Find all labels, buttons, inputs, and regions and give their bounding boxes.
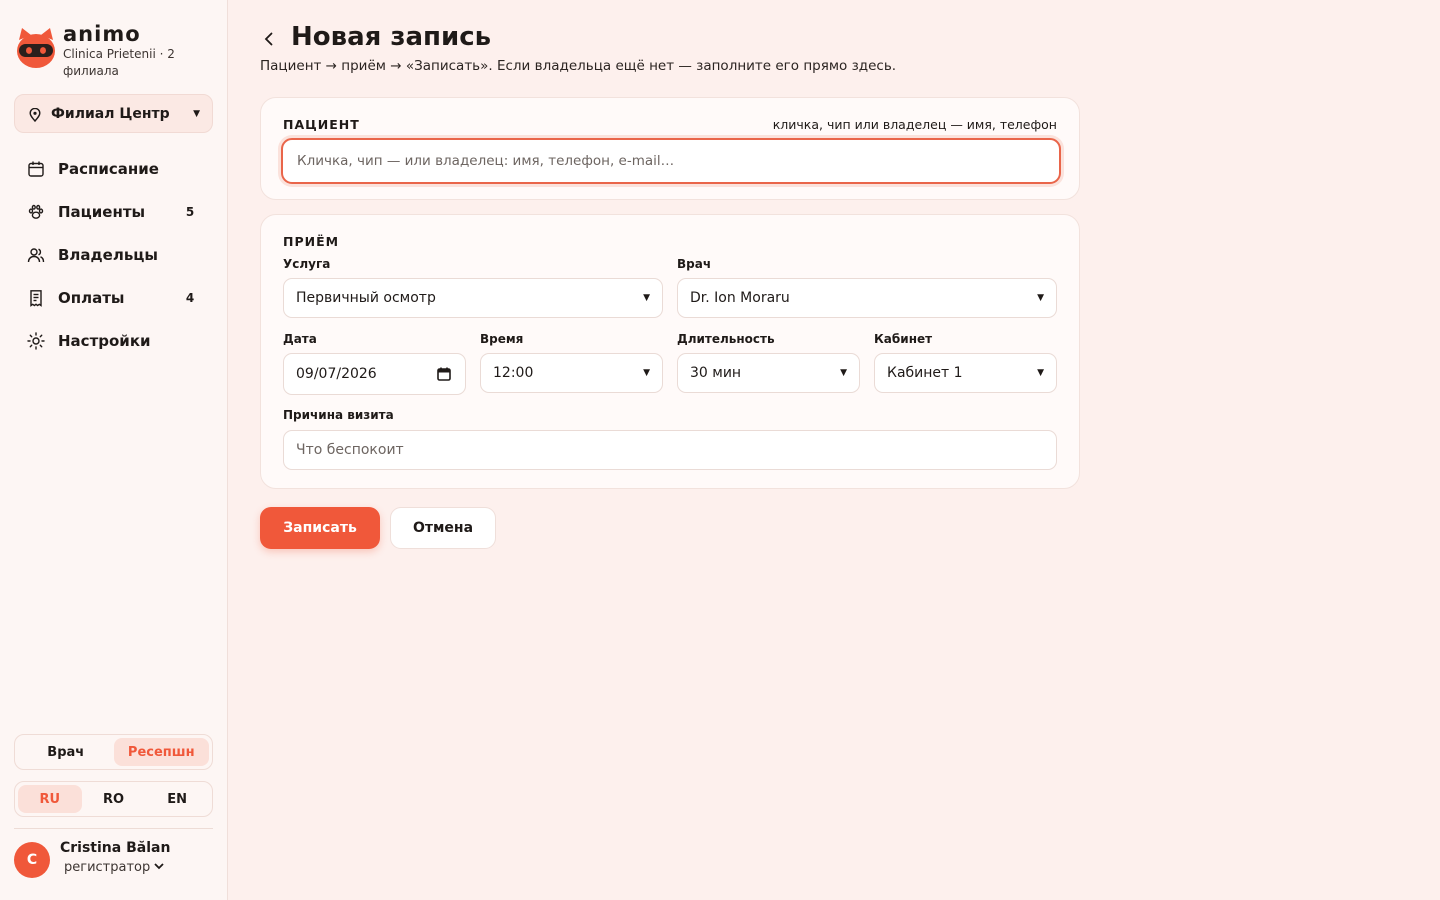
language-switch: RU RO EN xyxy=(14,781,213,817)
service-label: Услуга xyxy=(283,257,331,271)
sidebar: animo Clinica Prietenii · 2 филиала Фили… xyxy=(0,0,228,900)
brand-name: animo xyxy=(63,22,141,46)
sidebar-item-schedule[interactable]: Расписание xyxy=(14,147,213,190)
duration-select[interactable]: 30 мин ▼ xyxy=(677,353,860,393)
time-select[interactable]: 12:00 ▼ xyxy=(480,353,663,393)
lang-option-ro[interactable]: RO xyxy=(82,785,146,813)
patient-search-input[interactable] xyxy=(281,138,1061,184)
sidebar-item-label: Владельцы xyxy=(58,245,158,264)
count-badge: 5 xyxy=(185,204,195,219)
caret-down-icon: ▼ xyxy=(840,368,847,378)
paw-icon xyxy=(27,203,45,221)
sidebar-item-label: Оплаты xyxy=(58,288,125,307)
count-badge: 4 xyxy=(185,290,195,305)
time-label: Время xyxy=(480,332,524,346)
doctor-value: Dr. Ion Moraru xyxy=(690,290,790,306)
sidebar-item-label: Расписание xyxy=(58,159,159,178)
user-role: регистратор xyxy=(64,857,170,879)
service-value: Первичный осмотр xyxy=(296,290,436,306)
branch-label: Филиал Центр xyxy=(51,105,170,122)
section-title-patient: ПАЦИЕНТ xyxy=(283,117,360,132)
user-name: Cristina Bălan xyxy=(60,840,171,856)
calendar-icon xyxy=(27,160,45,178)
brand[interactable]: animo Clinica Prietenii · 2 филиала xyxy=(16,22,193,80)
time-value: 12:00 xyxy=(493,365,534,381)
sidebar-item-payments[interactable]: Оплаты 4 xyxy=(14,276,213,319)
page-subtitle: Пациент → приём → «Записать». Если владе… xyxy=(260,58,897,74)
role-switch: Врач Ресепшн xyxy=(14,734,213,770)
caret-down-icon: ▼ xyxy=(1037,293,1044,303)
date-value: 09/07/2026 xyxy=(296,366,377,382)
users-icon xyxy=(27,246,45,264)
back-arrow-icon[interactable] xyxy=(260,30,278,48)
calendar-icon[interactable] xyxy=(437,367,451,381)
user-menu[interactable]: C Cristina Bălan регистратор xyxy=(14,840,170,879)
sidebar-item-owners[interactable]: Владельцы xyxy=(14,233,213,276)
brand-subtitle: Clinica Prietenii · 2 филиала xyxy=(63,47,175,78)
room-value: Кабинет 1 xyxy=(887,365,963,381)
sidebar-divider xyxy=(14,828,213,829)
role-option-doctor[interactable]: Врач xyxy=(18,738,114,766)
sidebar-item-patients[interactable]: Пациенты 5 xyxy=(14,190,213,233)
sidebar-item-settings[interactable]: Настройки xyxy=(14,319,213,362)
map-pin-icon xyxy=(29,107,41,122)
visit-card: ПРИЁМ Услуга Первичный осмотр ▼ Врач Dr.… xyxy=(260,214,1080,489)
room-label: Кабинет xyxy=(874,332,933,346)
sidebar-nav: Расписание Пациенты 5 Владельцы Оплаты 4… xyxy=(14,147,213,362)
patient-card: ПАЦИЕНТ кличка, чип или владелец — имя, … xyxy=(260,97,1080,200)
page-header: Новая запись Пациент → приём → «Записать… xyxy=(260,20,896,74)
date-input[interactable]: 09/07/2026 xyxy=(283,353,466,395)
caret-down-icon: ▼ xyxy=(643,368,650,378)
sidebar-item-label: Пациенты xyxy=(58,202,146,221)
section-title-visit: ПРИЁМ xyxy=(283,234,340,249)
user-role-label: регистратор xyxy=(64,860,151,875)
lang-option-en[interactable]: EN xyxy=(145,785,209,813)
gear-icon xyxy=(27,331,45,350)
cancel-button[interactable]: Отмена xyxy=(390,507,496,549)
branch-selector[interactable]: Филиал Центр ▼ xyxy=(14,94,213,133)
doctor-select[interactable]: Dr. Ion Moraru ▼ xyxy=(677,278,1057,318)
reason-label: Причина визита xyxy=(283,408,394,422)
caret-down-icon: ▼ xyxy=(643,293,650,303)
doctor-label: Врач xyxy=(677,257,712,271)
caret-down-icon: ▼ xyxy=(1037,368,1044,378)
lang-option-ru[interactable]: RU xyxy=(18,785,82,813)
duration-value: 30 мин xyxy=(690,365,742,381)
room-select[interactable]: Кабинет 1 ▼ xyxy=(874,353,1057,393)
reason-input[interactable]: Что беспокоит xyxy=(283,430,1057,470)
submit-appointment-button[interactable]: Записать xyxy=(260,507,380,549)
avatar: C xyxy=(14,841,50,878)
sidebar-item-label: Настройки xyxy=(58,331,151,350)
date-label: Дата xyxy=(283,332,317,346)
patient-search-hint: кличка, чип или владелец — имя, телефон xyxy=(772,117,1057,132)
reason-placeholder: Что беспокоит xyxy=(296,442,404,458)
page-title: Новая запись xyxy=(291,22,492,52)
receipt-icon xyxy=(27,289,45,307)
duration-label: Длительность xyxy=(677,332,775,346)
role-option-reception[interactable]: Ресепшн xyxy=(113,738,209,766)
cat-logo-icon xyxy=(16,26,56,70)
chevron-down-icon xyxy=(154,857,164,879)
service-select[interactable]: Первичный осмотр ▼ xyxy=(283,278,663,318)
caret-down-icon: ▼ xyxy=(193,108,200,119)
